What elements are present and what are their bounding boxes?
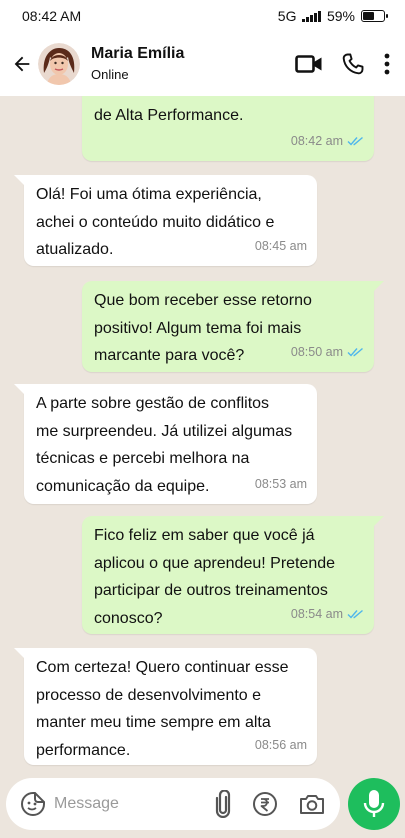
battery-icon xyxy=(361,10,388,22)
message-incoming[interactable]: Olá! Foi uma ótima experiência, achei o … xyxy=(14,175,317,266)
status-indicators: 5G 59% xyxy=(277,8,388,24)
status-bar: 08:42 AM 5G 59% xyxy=(0,0,405,32)
message-time: 08:54 am xyxy=(290,606,343,621)
message-time: 08:56 am xyxy=(254,737,307,752)
chat-header: Maria Emília Online xyxy=(0,32,405,96)
back-arrow-icon[interactable] xyxy=(2,44,42,84)
message-meta: 08:56 am xyxy=(255,732,307,760)
message-time: 08:45 am xyxy=(254,238,307,253)
message-outgoing[interactable]: Que bom receber esse retorno positivo! A… xyxy=(82,281,384,372)
message-outgoing[interactable]: em Liderança e Gestão de Equipes de Alta… xyxy=(82,96,374,161)
message-outgoing[interactable]: Fico feliz em saber que você já aplicou … xyxy=(82,516,384,634)
phone-icon[interactable] xyxy=(341,52,365,76)
message-incoming[interactable]: A parte sobre gestão de conflitos me sur… xyxy=(14,384,317,504)
message-meta: 08:45 am xyxy=(255,233,307,261)
camera-icon[interactable] xyxy=(298,792,326,816)
message-incoming[interactable]: Com certeza! Quero continuar esse proces… xyxy=(14,648,317,765)
status-time: 08:42 AM xyxy=(22,8,82,24)
signal-icon xyxy=(302,10,321,22)
avatar[interactable] xyxy=(38,43,80,85)
sticker-icon[interactable] xyxy=(20,791,46,817)
message-time: 08:53 am xyxy=(254,476,307,491)
message-time: 08:42 am xyxy=(290,133,343,148)
header-actions xyxy=(295,52,391,76)
message-meta: 08:54 am xyxy=(291,601,364,629)
contact-name: Maria Emília xyxy=(91,45,185,62)
message-text: em Liderança e Gestão de Equipes de Alta… xyxy=(94,106,244,124)
battery-percent: 59% xyxy=(326,8,355,24)
read-ticks-icon xyxy=(347,609,364,619)
contact-presence: Online xyxy=(91,67,129,82)
composer-actions xyxy=(214,790,326,818)
more-vert-icon[interactable] xyxy=(383,53,391,75)
network-type: 5G xyxy=(277,8,297,24)
message-meta: 08:53 am xyxy=(255,471,307,499)
message-meta: 08:42 am xyxy=(291,128,364,156)
read-ticks-icon xyxy=(347,347,364,357)
attach-icon[interactable] xyxy=(214,790,232,818)
message-meta: 08:50 am xyxy=(291,339,364,367)
rupee-payment-icon[interactable] xyxy=(252,791,278,817)
mic-button[interactable] xyxy=(348,778,400,830)
message-input[interactable]: Message xyxy=(54,795,214,813)
mic-icon xyxy=(363,789,385,819)
video-call-icon[interactable] xyxy=(295,53,323,75)
message-composer: Message xyxy=(6,778,340,830)
message-time: 08:50 am xyxy=(290,344,343,359)
read-ticks-icon xyxy=(347,136,364,146)
message-list[interactable]: em Liderança e Gestão de Equipes de Alta… xyxy=(0,96,405,776)
contact-info[interactable]: Maria Emília Online xyxy=(91,44,184,84)
